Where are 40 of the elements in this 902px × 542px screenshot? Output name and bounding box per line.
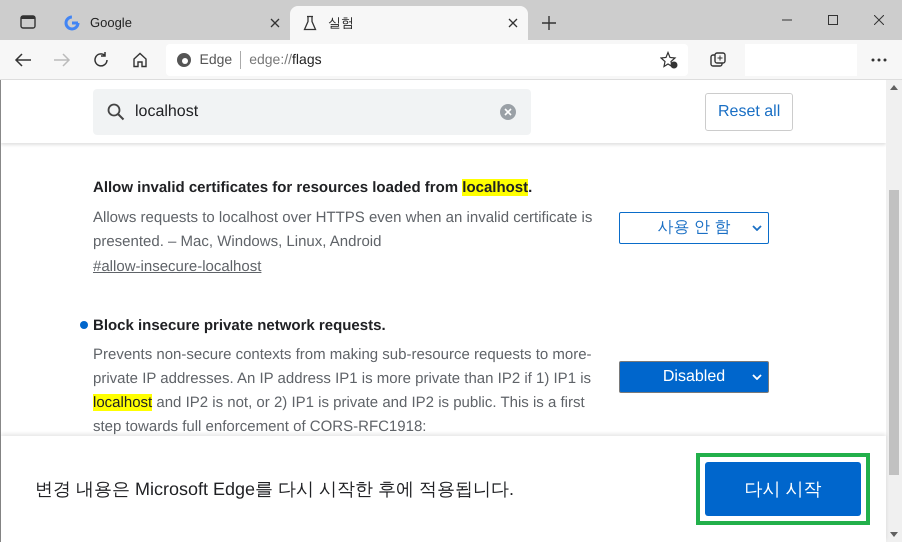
- flag-title: Allow invalid certificates for resources loaded from localhost.: [93, 178, 534, 198]
- reset-button[interactable]: Reset all: [705, 92, 794, 130]
- flag-title: Block insecure private network requests.: [93, 316, 387, 336]
- collections-icon[interactable]: [708, 50, 727, 68]
- url-text: edge://flags: [249, 50, 322, 69]
- chevron-down-icon: [752, 374, 762, 380]
- refresh-icon[interactable]: [92, 50, 110, 68]
- chevron-down-icon: [752, 224, 762, 231]
- flag-description: Allows requests to localhost over HTTPS even when an invalid certificate is presented. – Mac, Windows, Linux, Android: [93, 208, 594, 252]
- new-tab-icon[interactable]: [542, 16, 556, 30]
- clear-icon[interactable]: [499, 102, 517, 120]
- browser-tab[interactable]: Google: [52, 6, 290, 40]
- search-field[interactable]: localhost: [135, 100, 489, 124]
- search-icon: [107, 102, 125, 120]
- scroll-down-icon[interactable]: [890, 532, 898, 538]
- restart-button[interactable]: 다시 시작: [705, 462, 861, 516]
- more-options-icon[interactable]: [870, 58, 887, 62]
- scroll-up-icon[interactable]: [890, 84, 898, 90]
- google-logo-icon: [64, 15, 80, 31]
- edge-logo-icon: [176, 52, 192, 68]
- site-label: Edge: [200, 50, 232, 69]
- flask-icon: [302, 15, 318, 31]
- back-icon[interactable]: [14, 50, 32, 68]
- flag-link[interactable]: #allow-insecure-localhost: [93, 256, 262, 278]
- browser-tab[interactable]: 실험: [290, 6, 528, 40]
- address-bar[interactable]: Edge edge://flags: [166, 44, 688, 76]
- search-box[interactable]: localhost: [93, 88, 531, 134]
- close-icon[interactable]: [874, 15, 884, 25]
- close-icon[interactable]: [508, 18, 518, 28]
- scrollbar-thumb[interactable]: [889, 190, 899, 475]
- tab-title: Google: [90, 14, 132, 32]
- close-icon[interactable]: [270, 18, 280, 28]
- favorite-add-icon[interactable]: [660, 50, 678, 68]
- home-icon[interactable]: [131, 50, 150, 68]
- restart-message: 변경 내용은 Microsoft Edge를 다시 시작한 후에 적용됩니다.: [35, 478, 514, 501]
- tab-title: 실험: [328, 14, 354, 32]
- flag-select[interactable]: 사용 안 함: [619, 212, 769, 244]
- maximize-icon[interactable]: [828, 15, 838, 25]
- flag-description: Prevents non-secure contexts from making sub-resource requests to more-private IP addresses. An IP address IP1 is more private than IP2 if 1) IP1 is localhost and IP2 is not, or 2) IP1 is private and IP2 is public. This is a first step towards full enforcement of CORS-RFC1918:: [93, 345, 593, 437]
- flag-select[interactable]: Disabled: [619, 360, 769, 393]
